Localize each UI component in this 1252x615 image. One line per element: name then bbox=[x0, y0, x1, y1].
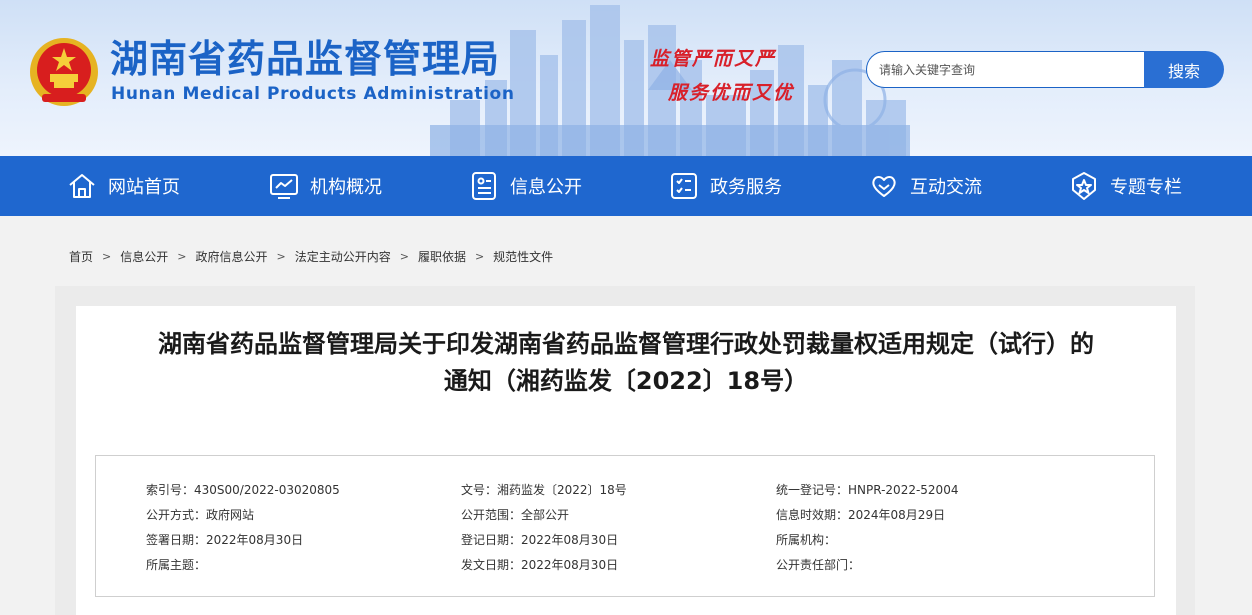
nav-item-label: 专题专栏 bbox=[1110, 177, 1182, 198]
chevron-right-icon: > bbox=[276, 250, 286, 263]
nav-item-interaction[interactable]: 互动交流 bbox=[868, 156, 982, 216]
meta-disclosure-scope: 公开范围：全部公开 bbox=[461, 508, 570, 522]
nav-item-label: 互动交流 bbox=[910, 177, 982, 198]
breadcrumb-normative-docs[interactable]: 规范性文件 bbox=[493, 248, 553, 265]
breadcrumb-duty-basis[interactable]: 履职依据 bbox=[418, 248, 466, 265]
breadcrumb: 首页 > 信息公开 > 政府信息公开 > 法定主动公开内容 > 履职依据 > 规… bbox=[69, 248, 553, 265]
document-metadata-table: 索引号：430S00/2022-03020805 公开方式：政府网站 签署日期：… bbox=[95, 455, 1155, 597]
article-title: 湖南省药品监督管理局关于印发湖南省药品监督管理行政处罚裁量权适用规定（试行）的 … bbox=[76, 326, 1176, 400]
nav-item-special-topics[interactable]: 专题专栏 bbox=[1068, 156, 1182, 216]
slogan-line-1: 监管严而又严 bbox=[650, 48, 777, 70]
meta-issue-date: 发文日期：2022年08月30日 bbox=[461, 558, 619, 572]
nav-item-label: 网站首页 bbox=[108, 177, 180, 198]
article-title-line-2: 通知（湘药监发〔2022〕18号） bbox=[443, 367, 809, 395]
site-header: 湖南省药品监督管理局 Hunan Medical Products Admini… bbox=[0, 0, 1252, 156]
search-input[interactable] bbox=[866, 51, 1146, 88]
main-nav: 网站首页 机构概况 信息公开 政务服务 互动交流 专题专栏 bbox=[0, 156, 1252, 216]
document-icon bbox=[472, 172, 496, 200]
nav-item-label: 信息公开 bbox=[510, 177, 582, 198]
nav-item-info-disclosure[interactable]: 信息公开 bbox=[468, 156, 582, 216]
site-subtitle: Hunan Medical Products Administration bbox=[111, 84, 515, 104]
breadcrumb-gov-info[interactable]: 政府信息公开 bbox=[195, 248, 267, 265]
meta-document-number: 文号：湘药监发〔2022〕18号 bbox=[461, 483, 627, 497]
meta-registration-date: 登记日期：2022年08月30日 bbox=[461, 533, 619, 547]
chart-screen-icon bbox=[270, 174, 298, 199]
meta-unified-registration: 统一登记号：HNPR-2022-52004 bbox=[776, 483, 959, 497]
breadcrumb-home[interactable]: 首页 bbox=[69, 248, 93, 265]
chevron-right-icon: > bbox=[399, 250, 409, 263]
checklist-icon bbox=[671, 173, 697, 199]
meta-responsible-department: 公开责任部门： bbox=[776, 558, 861, 572]
home-icon bbox=[69, 174, 95, 198]
meta-signing-date: 签署日期：2022年08月30日 bbox=[146, 533, 304, 547]
nav-item-organization[interactable]: 机构概况 bbox=[268, 156, 382, 216]
nav-item-label: 机构概况 bbox=[310, 177, 382, 198]
chevron-right-icon: > bbox=[177, 250, 187, 263]
nav-item-label: 政务服务 bbox=[710, 177, 782, 198]
meta-topic: 所属主题： bbox=[146, 558, 207, 572]
meta-disclosure-method: 公开方式：政府网站 bbox=[146, 508, 255, 522]
slogan-line-2: 服务优而又优 bbox=[668, 82, 795, 104]
breadcrumb-statutory[interactable]: 法定主动公开内容 bbox=[295, 248, 391, 265]
breadcrumb-info-disclosure[interactable]: 信息公开 bbox=[120, 248, 168, 265]
star-badge-icon bbox=[1072, 172, 1096, 200]
national-emblem-icon bbox=[30, 38, 98, 106]
chevron-right-icon: > bbox=[474, 250, 485, 263]
nav-item-gov-services[interactable]: 政务服务 bbox=[668, 156, 782, 216]
site-title: 湖南省药品监督管理局 bbox=[110, 37, 501, 81]
nav-item-home[interactable]: 网站首页 bbox=[66, 156, 180, 216]
meta-index-number: 索引号：430S00/2022-03020805 bbox=[146, 483, 340, 497]
heart-hands-icon bbox=[872, 176, 896, 197]
meta-validity-period: 信息时效期：2024年08月29日 bbox=[776, 508, 946, 522]
search-button[interactable]: 搜索 bbox=[1144, 51, 1224, 88]
meta-organization: 所属机构： bbox=[776, 533, 837, 547]
chevron-right-icon: > bbox=[102, 250, 112, 263]
article-title-line-1: 湖南省药品监督管理局关于印发湖南省药品监督管理行政处罚裁量权适用规定（试行）的 bbox=[158, 330, 1094, 358]
